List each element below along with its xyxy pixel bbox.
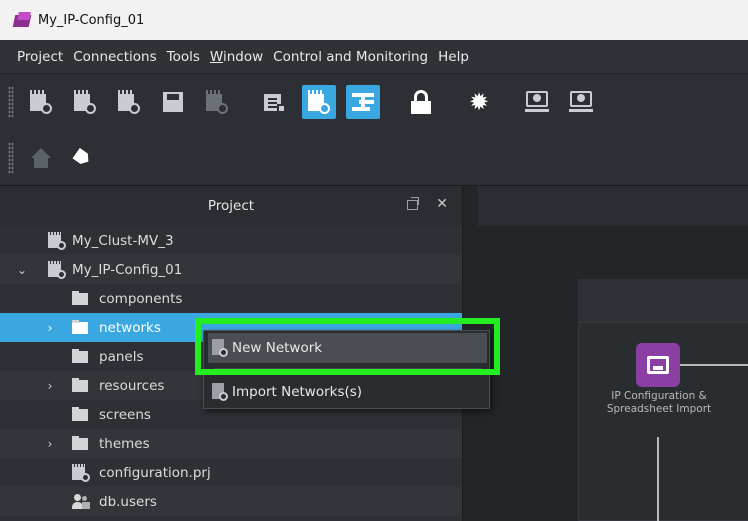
menu-window-mnemonic: W xyxy=(209,48,223,65)
tree-item-label: panels xyxy=(99,348,144,365)
tag-button[interactable] xyxy=(68,141,102,175)
menu-tools[interactable]: Tools xyxy=(167,49,200,65)
users-icon xyxy=(72,493,90,510)
menu-window-rest: indow xyxy=(222,48,264,65)
tree-item-my-clust-mv-3[interactable]: My_Clust-MV_3 xyxy=(0,226,462,255)
save-as-button[interactable] xyxy=(200,85,234,119)
node-connector-line-down xyxy=(657,437,659,521)
new-project-button[interactable] xyxy=(24,85,58,119)
tag-icon xyxy=(74,147,96,169)
menubar: Project Connections Tools Window Control… xyxy=(0,40,748,74)
diagram-container-header xyxy=(578,279,748,323)
new-project-icon xyxy=(30,90,52,114)
project-icon xyxy=(72,463,90,482)
app-logo-icon xyxy=(12,12,32,28)
menu-help[interactable]: Help xyxy=(438,49,469,65)
toolbar-grip-handle-2[interactable] xyxy=(8,141,14,174)
home-icon xyxy=(30,147,52,168)
menu-window[interactable]: Window xyxy=(210,49,263,65)
canvas-header-bar xyxy=(478,186,748,226)
chevron-down-icon[interactable]: ⌄ xyxy=(16,264,28,276)
folder-icon xyxy=(72,378,88,392)
tree-item-configuration-prj[interactable]: configuration.prj xyxy=(0,458,462,487)
gear-icon: ✹ xyxy=(468,88,490,116)
tree-item-label: components xyxy=(99,290,183,307)
folder-icon xyxy=(72,349,88,363)
tree-item-label: configuration.prj xyxy=(99,464,211,481)
new-cluster-icon xyxy=(74,90,96,114)
folder-icon xyxy=(72,436,88,450)
float-panel-icon[interactable] xyxy=(407,197,419,210)
ip-config-node[interactable] xyxy=(636,343,680,387)
project-panel-header: Project ✕ xyxy=(0,186,462,226)
tree-item-themes[interactable]: › themes xyxy=(0,429,462,458)
node-connector-line xyxy=(680,364,748,366)
slides-icon xyxy=(264,91,286,113)
save-icon xyxy=(163,92,183,112)
window-title: My_IP-Config_01 xyxy=(38,12,145,28)
toolbar-grip-handle[interactable] xyxy=(8,86,14,118)
download-monitor-button[interactable] xyxy=(564,85,598,119)
save-as-icon xyxy=(206,90,228,114)
save-button[interactable] xyxy=(156,85,190,119)
secondary-toolbar xyxy=(0,130,748,186)
lock-icon xyxy=(411,90,431,114)
chevron-right-icon[interactable]: › xyxy=(44,322,56,334)
tree-item-label: resources xyxy=(99,377,165,394)
tree-item-db-users[interactable]: db.users xyxy=(0,487,462,516)
project-view-button[interactable] xyxy=(302,85,336,119)
folder-icon xyxy=(72,291,88,305)
open-project-icon xyxy=(118,90,140,114)
menu-project[interactable]: Project xyxy=(17,49,63,65)
tree-item-label: My_Clust-MV_3 xyxy=(72,232,174,249)
menu-item-import-networks[interactable]: Import Networks(s) xyxy=(208,377,487,407)
lock-button[interactable] xyxy=(404,85,438,119)
download-monitor-icon xyxy=(569,91,593,113)
project-panel-title: Project xyxy=(207,198,255,214)
highlight-annotation-box xyxy=(195,318,500,375)
home-button[interactable] xyxy=(24,141,58,175)
chevron-right-icon[interactable]: › xyxy=(44,380,56,392)
ip-config-node-label: IP Configuration & Spreadsheet Import xyxy=(606,390,712,415)
tree-item-label: My_IP-Config_01 xyxy=(72,261,183,278)
chevron-right-icon[interactable]: › xyxy=(44,438,56,450)
window-titlebar: My_IP-Config_01 xyxy=(0,0,748,40)
settings-button[interactable]: ✹ xyxy=(462,85,496,119)
project-icon xyxy=(48,260,66,279)
tree-item-label: themes xyxy=(99,435,150,452)
project-icon xyxy=(48,231,66,250)
close-panel-icon[interactable]: ✕ xyxy=(436,196,448,212)
monitor-icon xyxy=(647,356,669,374)
hierarchy-icon xyxy=(352,91,374,113)
menu-item-label: Import Networks(s) xyxy=(232,384,363,400)
upload-monitor-icon xyxy=(525,91,549,113)
tree-item-label: networks xyxy=(99,319,161,336)
project-active-icon xyxy=(308,90,330,114)
folder-icon xyxy=(72,407,88,421)
new-cluster-button[interactable] xyxy=(68,85,102,119)
open-project-button[interactable] xyxy=(112,85,146,119)
menu-control-and-monitoring[interactable]: Control and Monitoring xyxy=(273,49,428,65)
slides-button[interactable] xyxy=(258,85,292,119)
menu-connections[interactable]: Connections xyxy=(73,49,156,65)
tree-item-components[interactable]: components xyxy=(0,284,462,313)
tree-item-label: db.users xyxy=(99,493,157,510)
tree-item-label: screens xyxy=(99,406,151,423)
main-toolbar: ✹ xyxy=(0,74,748,130)
tree-item-my-ip-config-01[interactable]: ⌄ My_IP-Config_01 xyxy=(0,255,462,284)
import-networks-icon xyxy=(212,383,228,401)
folder-icon xyxy=(72,320,88,334)
hierarchy-button[interactable] xyxy=(346,85,380,119)
upload-monitor-button[interactable] xyxy=(520,85,554,119)
